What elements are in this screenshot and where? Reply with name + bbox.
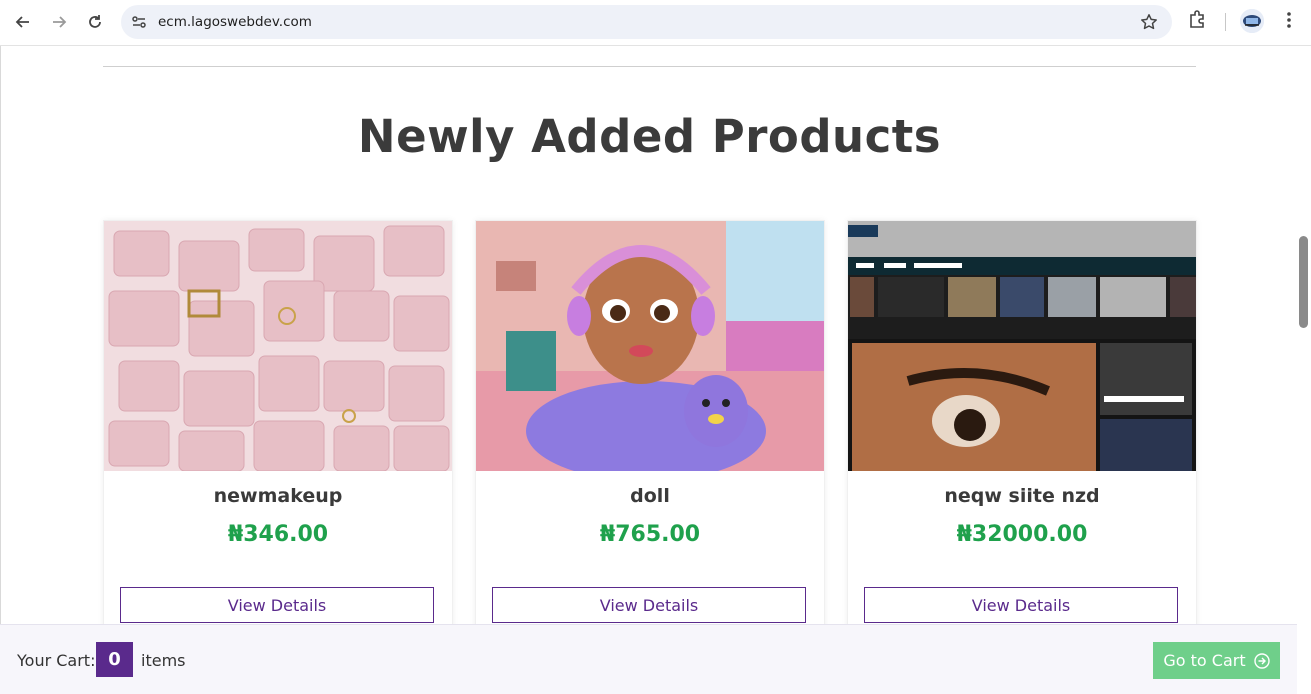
- extensions-puzzle-icon[interactable]: [1187, 9, 1209, 31]
- toolbar-divider: [1225, 13, 1226, 31]
- more-menu-icon[interactable]: [1280, 9, 1298, 31]
- go-to-cart-label: Go to Cart: [1163, 651, 1246, 670]
- view-details-button[interactable]: View Details: [492, 587, 806, 623]
- reload-button[interactable]: [82, 9, 108, 35]
- product-image[interactable]: [476, 221, 824, 471]
- back-arrow-icon: [15, 16, 29, 28]
- browser-toolbar: ecm.lagoswebdev.com: [0, 0, 1311, 46]
- cartoon-girl-headphones-image: [476, 221, 824, 471]
- section-title: Newly Added Products: [357, 110, 942, 163]
- product-name: newmakeup: [213, 485, 343, 507]
- arrow-right-circle-icon: [1253, 652, 1270, 669]
- section-divider: [103, 66, 1196, 67]
- bookmark-star-icon[interactable]: [1140, 13, 1158, 31]
- scrollbar-thumb[interactable]: [1299, 236, 1308, 328]
- product-name: doll: [630, 485, 670, 507]
- cart-bar: Your Cart: 0 items Go to Cart: [0, 624, 1297, 694]
- product-name: neqw siite nzd: [944, 485, 1100, 507]
- back-button[interactable]: [10, 9, 36, 35]
- scrollbar-track[interactable]: [1297, 46, 1311, 693]
- site-settings-icon[interactable]: [130, 13, 148, 31]
- cart-count-badge: 0: [96, 642, 133, 677]
- page-content: Newly Added Products newmakeup ₦346.00 V…: [0, 46, 1298, 693]
- product-image[interactable]: [104, 221, 452, 471]
- address-bar[interactable]: ecm.lagoswebdev.com: [121, 5, 1172, 39]
- go-to-cart-button[interactable]: Go to Cart: [1153, 642, 1280, 679]
- profile-avatar[interactable]: [1240, 9, 1264, 33]
- pink-handbags-image: [104, 221, 452, 471]
- product-price: ₦765.00: [599, 522, 701, 547]
- cart-items-label: items: [141, 651, 186, 670]
- avatar-icon: [1240, 9, 1264, 33]
- product-image[interactable]: [848, 221, 1196, 471]
- movie-website-screenshot-image: [848, 221, 1196, 471]
- product-card: doll ₦765.00 View Details: [475, 220, 825, 662]
- url-text: ecm.lagoswebdev.com: [158, 14, 312, 30]
- product-price: ₦32000.00: [956, 522, 1088, 547]
- view-details-button[interactable]: View Details: [120, 587, 434, 623]
- product-card: neqw siite nzd ₦32000.00 View Details: [847, 220, 1197, 662]
- view-details-button[interactable]: View Details: [864, 587, 1178, 623]
- product-card: newmakeup ₦346.00 View Details: [103, 220, 453, 662]
- forward-button[interactable]: [46, 9, 72, 35]
- forward-arrow-icon: [53, 16, 67, 28]
- product-price: ₦346.00: [227, 522, 329, 547]
- reload-icon: [89, 15, 101, 28]
- cart-label: Your Cart:: [17, 651, 96, 670]
